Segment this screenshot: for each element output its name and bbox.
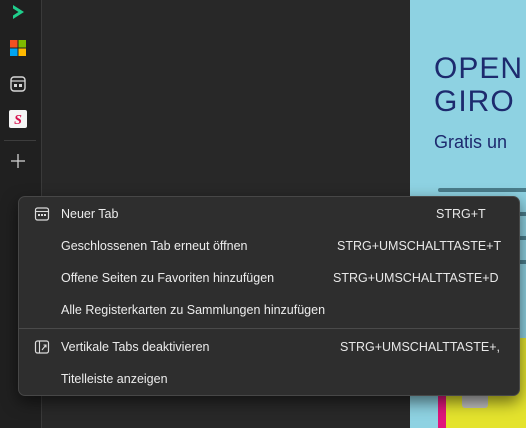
add-icon[interactable] <box>9 152 27 170</box>
s-logo-icon[interactable]: S <box>9 110 27 128</box>
menu-item-label: Neuer Tab <box>61 207 119 221</box>
menu-item-shortcut: STRG+T <box>436 207 486 221</box>
menu-item-label: Geschlossenen Tab erneut öffnen <box>61 239 248 253</box>
play-icon[interactable] <box>9 3 27 21</box>
menu-item-disable-vertical-tabs[interactable]: Vertikale Tabs deaktivieren STRG+UMSCHAL… <box>23 332 515 362</box>
subline: Gratis un <box>434 132 508 152</box>
menu-item-add-to-favorites[interactable]: Offene Seiten zu Favoriten hinzufügen ST… <box>23 263 515 293</box>
headline-line-2: GIRO <box>434 85 515 118</box>
strip-divider <box>4 140 36 141</box>
svg-text:S: S <box>14 113 22 128</box>
new-tab-icon <box>34 207 50 221</box>
collections-icon[interactable] <box>9 75 27 93</box>
headline: OPEN GIRO <box>434 52 523 118</box>
vertical-tabs-icon <box>34 340 50 354</box>
menu-item-label: Alle Registerkarten zu Sammlungen hinzuf… <box>61 303 326 317</box>
menu-item-shortcut: STRG+UMSCHALTTASTE+D <box>333 271 499 285</box>
browser-window: S OPEN GIRO Gratis un Neuer Tab STRG+T G… <box>0 0 526 428</box>
menu-item-new-tab[interactable]: Neuer Tab STRG+T <box>23 199 515 229</box>
menu-item-shortcut: STRG+UMSCHALTTASTE+T <box>337 239 502 253</box>
menu-item-add-to-collections[interactable]: Alle Registerkarten zu Sammlungen hinzuf… <box>23 295 515 325</box>
list-item <box>438 188 526 192</box>
microsoft-logo-icon[interactable] <box>9 39 27 57</box>
menu-item-label: Vertikale Tabs deaktivieren <box>61 340 210 354</box>
menu-item-show-title-bar[interactable]: Titelleiste anzeigen <box>23 364 515 394</box>
menu-divider <box>19 328 519 329</box>
context-menu: Neuer Tab STRG+T Geschlossenen Tab erneu… <box>18 196 520 396</box>
menu-item-reopen-closed-tab[interactable]: Geschlossenen Tab erneut öffnen STRG+UMS… <box>23 231 515 261</box>
menu-item-label: Titelleiste anzeigen <box>61 372 168 386</box>
menu-item-shortcut: STRG+UMSCHALTTASTE+, <box>340 340 500 354</box>
menu-item-label: Offene Seiten zu Favoriten hinzufügen <box>61 271 275 285</box>
headline-line-1: OPEN <box>434 52 524 85</box>
